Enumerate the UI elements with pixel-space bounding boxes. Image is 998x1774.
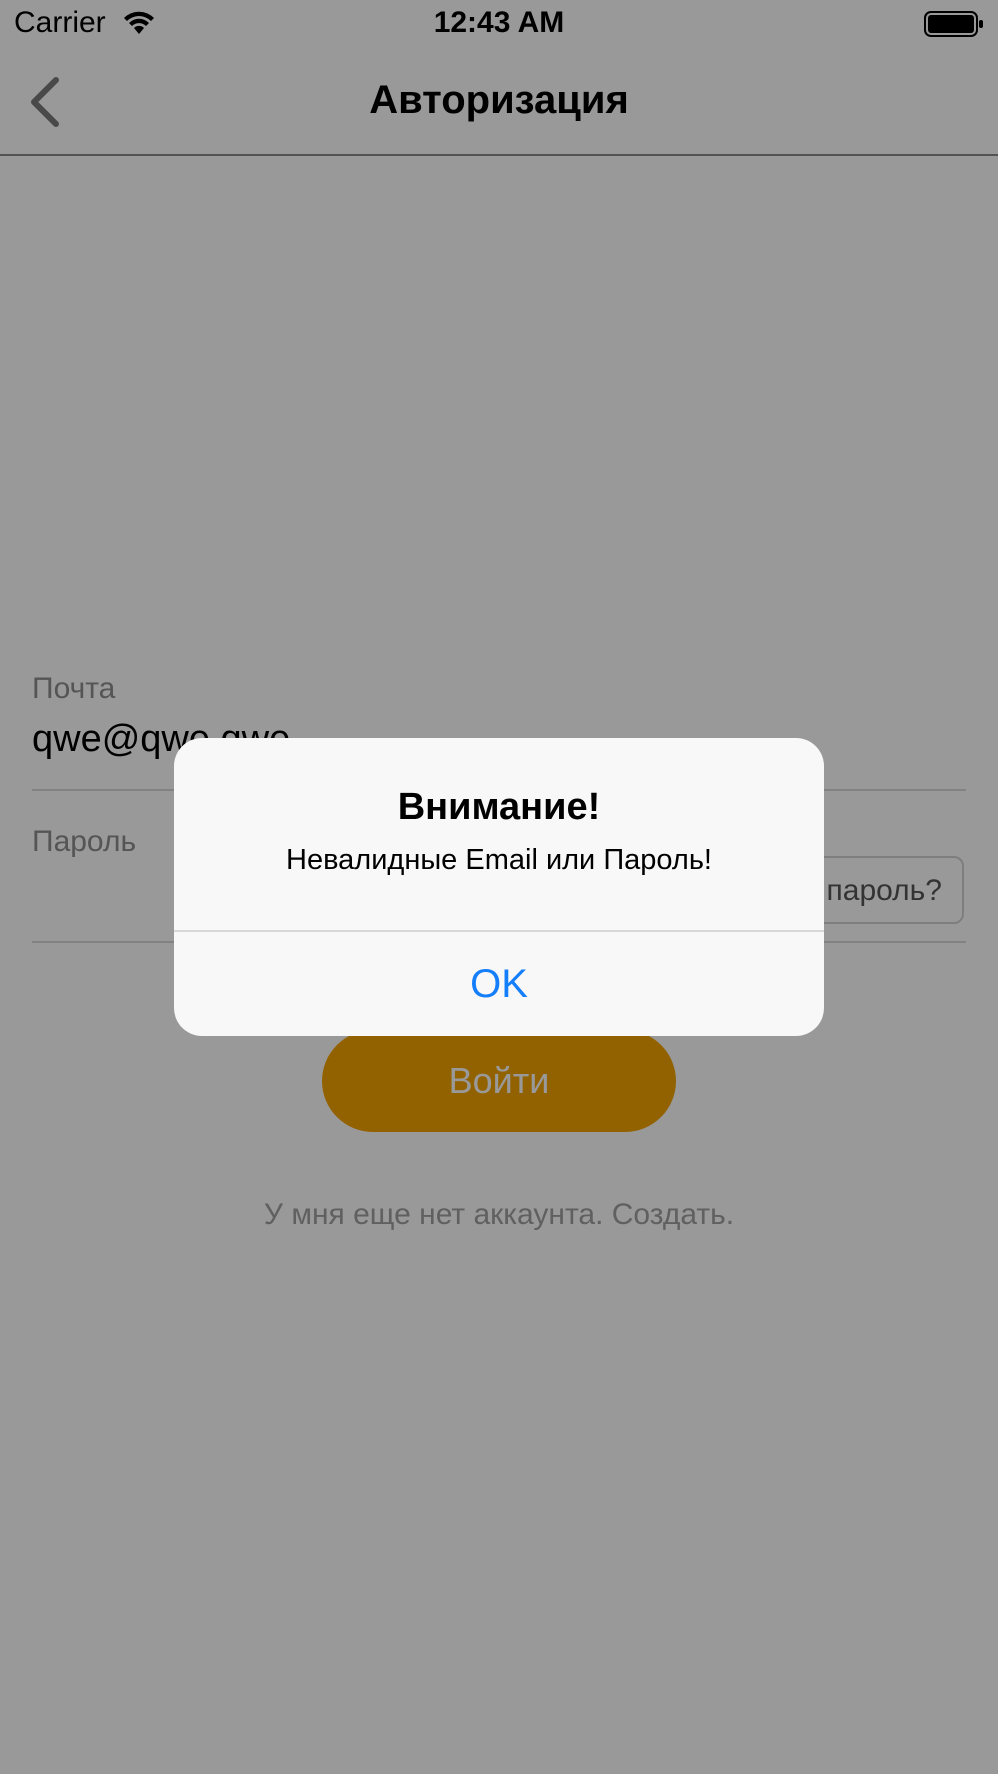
alert-title: Внимание! [397, 786, 601, 828]
alert-message: Невалидные Email или Пароль! [286, 844, 712, 876]
alert-dialog: Внимание! Невалидные Email или Пароль! O… [174, 738, 824, 1036]
alert-ok-button[interactable]: OK [174, 932, 824, 1036]
login-screen: Carrier 12:43 AM Авторизация Почта qwe@q… [0, 0, 998, 1774]
